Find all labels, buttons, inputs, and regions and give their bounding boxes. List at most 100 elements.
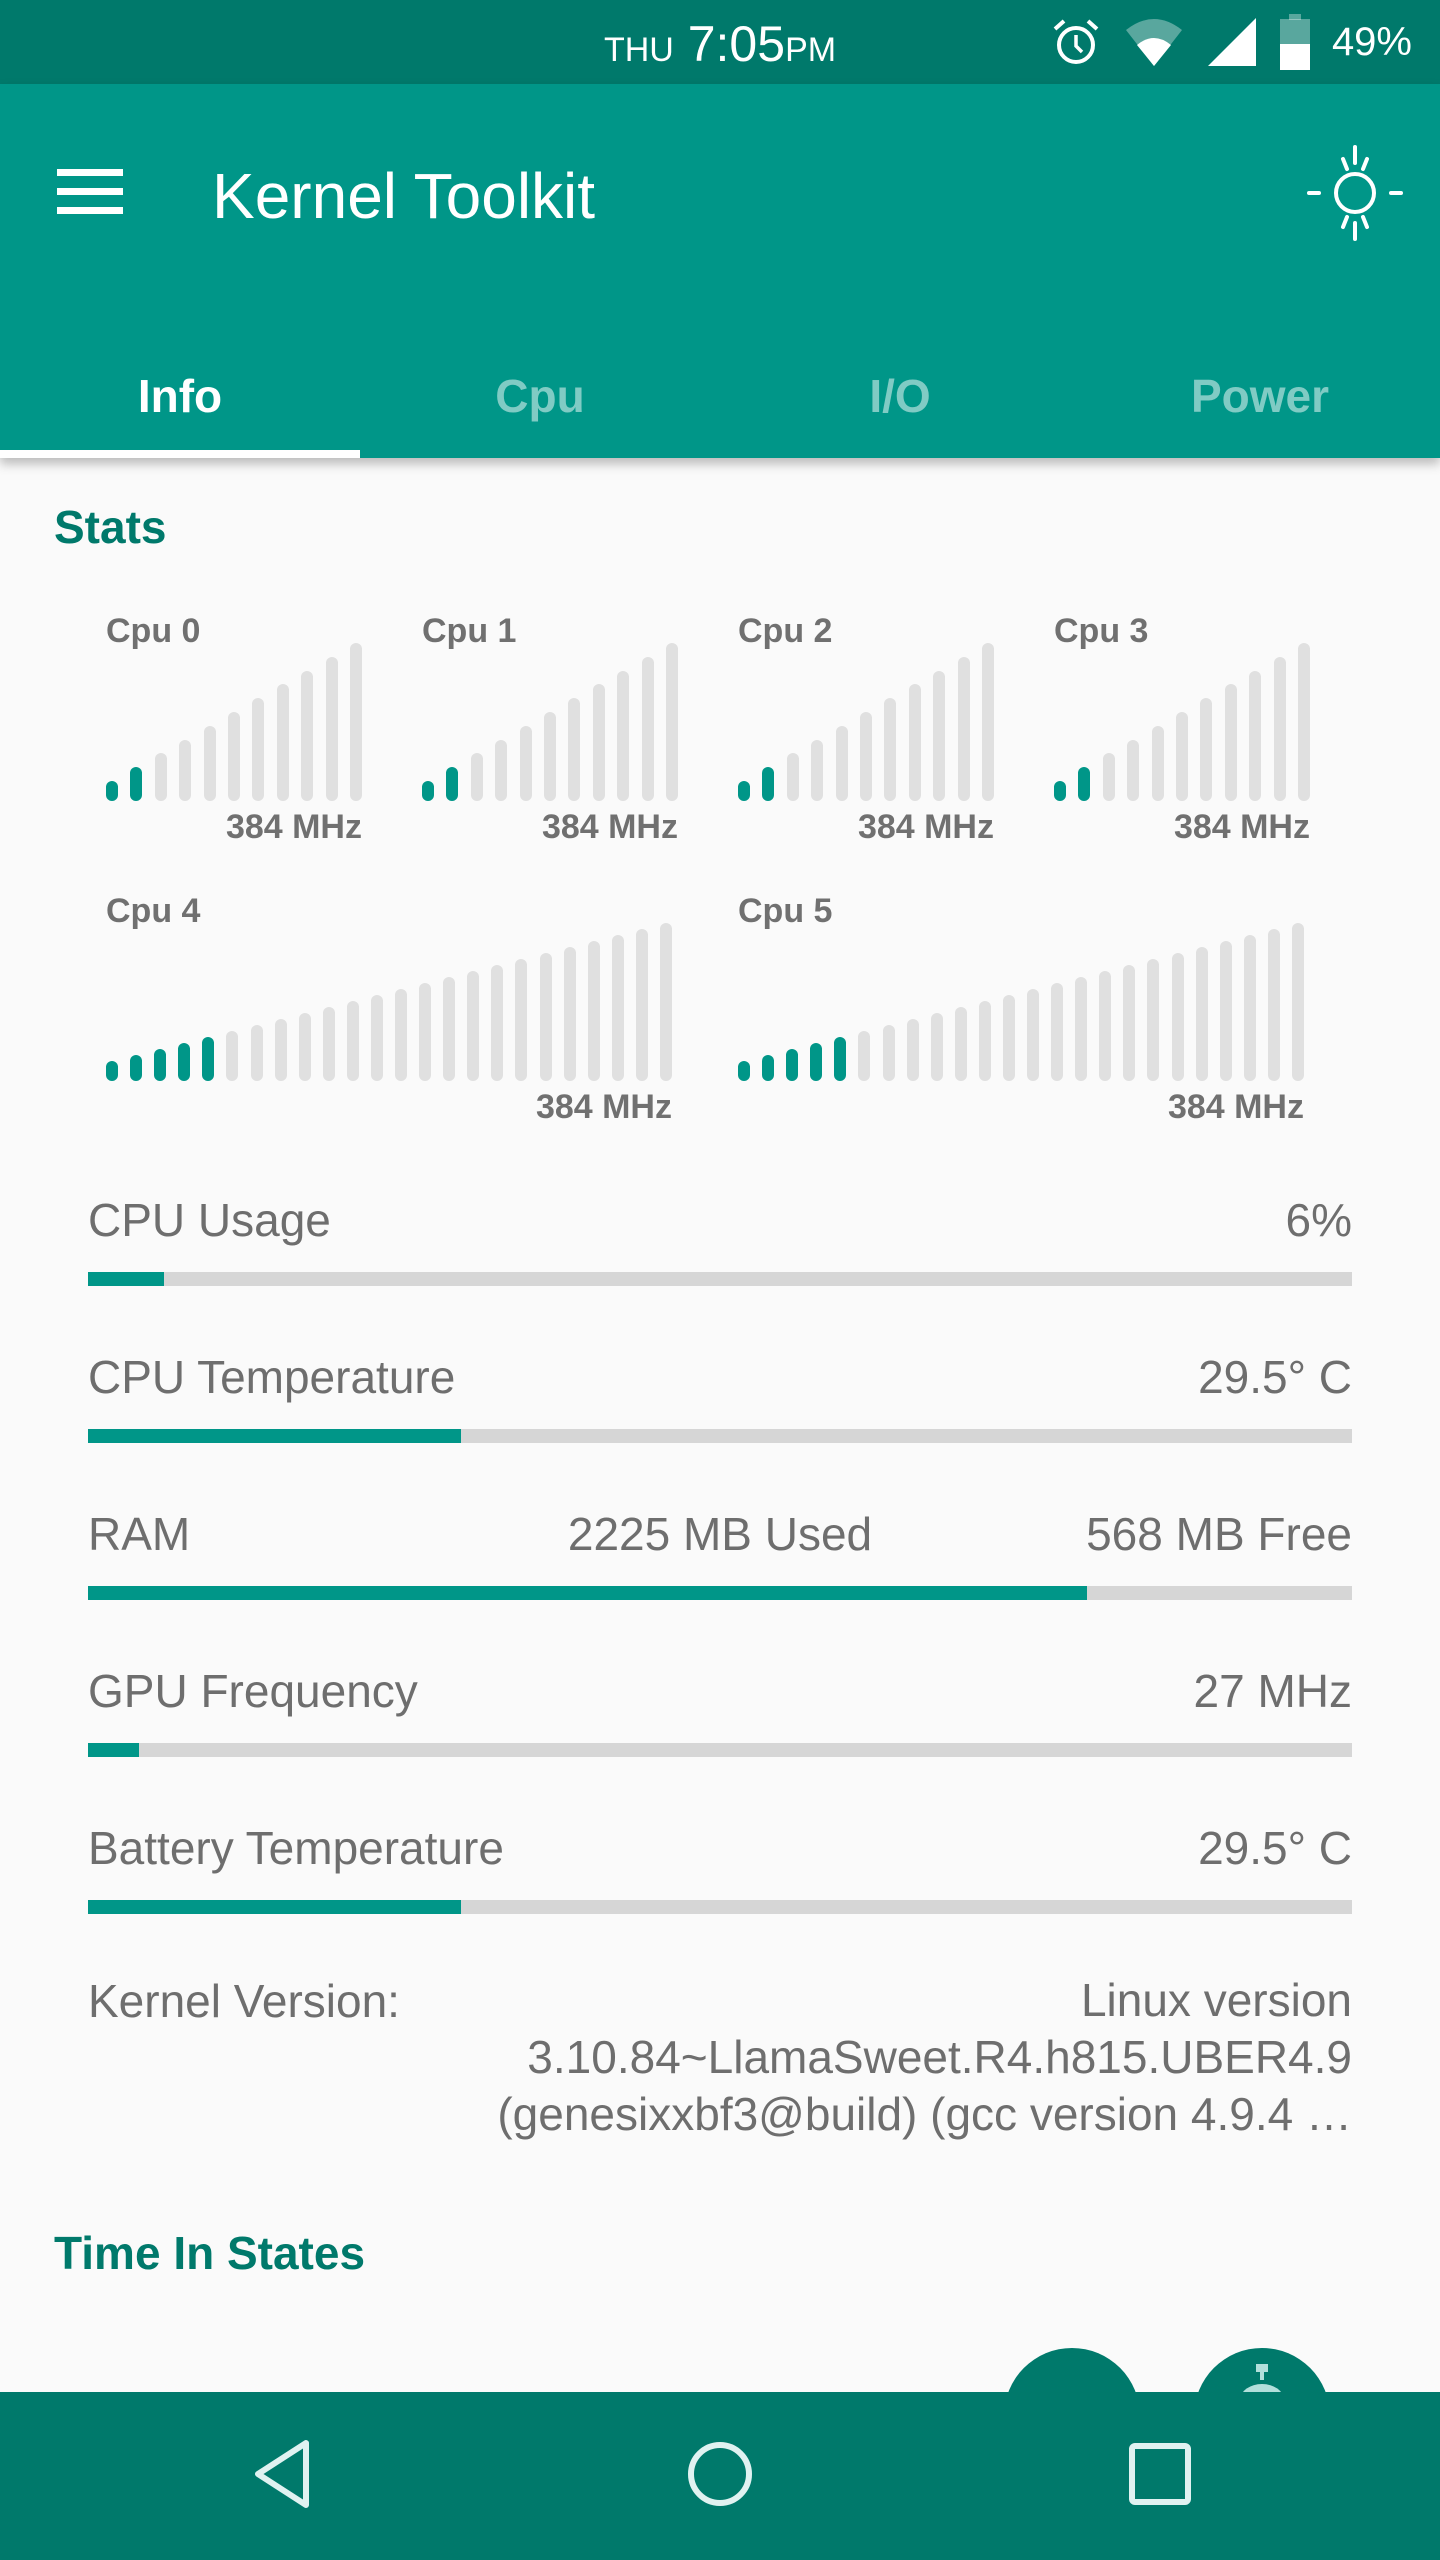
freq-step-bar — [568, 698, 581, 801]
freq-step-bar — [325, 656, 338, 801]
freq-step-bar — [1298, 643, 1310, 801]
freq-step-bar — [179, 739, 192, 801]
cpu-graph-4: Cpu 4 384 MHz — [106, 892, 672, 1132]
freq-step-bar — [491, 965, 504, 1081]
freq-step-bar — [226, 1031, 239, 1081]
battery-percent: 49% — [1331, 19, 1412, 64]
freq-step-bar — [978, 1001, 991, 1081]
freq-step-bar — [908, 684, 921, 801]
freq-step-bar — [860, 712, 872, 801]
freq-step-bar-active — [738, 781, 750, 801]
freq-step-bar-active — [834, 1037, 847, 1081]
freq-step-bar — [835, 725, 848, 801]
cpu-label: Cpu 0 — [106, 612, 201, 650]
freq-step-bar — [322, 1007, 335, 1081]
stat-value: 568 MB Free — [1086, 1508, 1352, 1560]
freq-step-bar — [495, 739, 508, 801]
tab-power[interactable]: Power — [1080, 334, 1440, 458]
freq-step-bar — [786, 753, 799, 801]
freq-step-bar — [1224, 684, 1237, 801]
freq-step-bar — [811, 739, 824, 801]
freq-step-bar — [350, 643, 362, 801]
freq-step-bar-active — [130, 1055, 143, 1081]
freq-step-bar — [666, 643, 678, 801]
back-button[interactable] — [222, 2416, 342, 2536]
stat-value: 29.5° C — [1198, 1351, 1352, 1403]
alarm-icon — [1050, 16, 1102, 68]
kernel-version-label: Kernel Version: — [88, 1975, 400, 2027]
freq-step-bar-active — [1078, 767, 1091, 801]
freq-step-bar-active — [202, 1037, 215, 1081]
freq-step-bar — [1292, 923, 1304, 1081]
freq-step-bar — [1249, 670, 1262, 801]
freq-step-bar — [298, 1013, 311, 1081]
cpu-graph-3: Cpu 3 384 MHz — [1054, 612, 1310, 852]
freq-step-bar — [884, 698, 897, 801]
stat-value: 6% — [1285, 1194, 1352, 1246]
freq-step-bar — [933, 670, 946, 801]
cpu-label: Cpu 1 — [422, 612, 517, 650]
freq-step-bar — [563, 947, 576, 1081]
recents-button[interactable] — [1100, 2416, 1220, 2536]
freq-step-bar — [1099, 971, 1112, 1081]
back-triangle-icon — [250, 2439, 314, 2514]
stat-label: CPU Usage — [88, 1194, 331, 1246]
freq-step-bar — [519, 725, 532, 801]
tab-io[interactable]: I/O — [720, 334, 1080, 458]
status-day: THU — [603, 31, 674, 69]
app-bar: Kernel Toolkit Info Cpu I/O Power — [0, 84, 1440, 458]
freq-step-bar — [1127, 739, 1140, 801]
freq-step-bar-active — [178, 1043, 191, 1081]
recents-square-icon — [1128, 2442, 1192, 2511]
tab-cpu[interactable]: Cpu — [360, 334, 720, 458]
tab-info[interactable]: Info — [0, 334, 360, 458]
freq-step-bar — [982, 643, 994, 801]
freq-step-bar-active — [1054, 781, 1066, 801]
freq-step-bar — [274, 1019, 287, 1081]
freq-step-bar — [611, 935, 624, 1081]
freq-step-bar — [882, 1025, 895, 1081]
freq-step-bar-active — [422, 781, 434, 801]
freq-step-bar — [539, 953, 552, 1081]
freq-step-bar — [544, 712, 556, 801]
freq-step-bar — [592, 684, 605, 801]
cpu-label: Cpu 4 — [106, 892, 201, 930]
freq-step-bar-active — [106, 1061, 118, 1081]
status-ampm: PM — [785, 31, 837, 69]
system-nav-bar — [0, 2392, 1440, 2560]
cpu-graph-5: Cpu 5 384 MHz — [738, 892, 1304, 1132]
progress-fill — [88, 1429, 461, 1443]
freq-step-bar — [395, 989, 408, 1081]
status-bar: THU 7:05PM 49% — [0, 0, 1440, 84]
progress-track — [88, 1743, 1352, 1757]
freq-step-bar-active — [738, 1061, 750, 1081]
app-title: Kernel Toolkit — [212, 160, 596, 232]
freq-step-bar — [1273, 656, 1286, 801]
theme-toggle-button[interactable] — [1300, 140, 1410, 250]
stats-section-title: Stats — [54, 501, 167, 553]
freq-step-bar — [228, 712, 240, 801]
freq-step-bar — [443, 977, 456, 1081]
freq-step-bar — [1171, 953, 1184, 1081]
progress-track — [88, 1586, 1352, 1600]
freq-step-bar — [252, 698, 265, 801]
freq-step-bar — [906, 1019, 919, 1081]
progress-track — [88, 1429, 1352, 1443]
freq-step-bar — [1151, 725, 1164, 801]
cell-signal-icon — [1206, 16, 1258, 68]
stat-cpu-temperature: CPU Temperature 29.5° C — [88, 1347, 1352, 1443]
home-button[interactable] — [660, 2416, 780, 2536]
hamburger-menu-icon — [57, 167, 123, 222]
stat-battery-temperature: Battery Temperature 29.5° C — [88, 1818, 1352, 1914]
freq-step-bar — [419, 983, 432, 1081]
stat-ram: RAM 2225 MB Used 568 MB Free — [88, 1504, 1352, 1600]
cpu-freq: 384 MHz — [1167, 1088, 1304, 1126]
freq-step-bar-active — [446, 767, 459, 801]
freq-step-bar — [957, 656, 970, 801]
freq-step-bar — [660, 923, 672, 1081]
freq-step-bar — [1195, 947, 1208, 1081]
cpu-freq: 384 MHz — [535, 1088, 672, 1126]
menu-button[interactable] — [40, 144, 140, 244]
freq-step-bar — [1243, 935, 1256, 1081]
freq-step-bar — [1051, 983, 1064, 1081]
